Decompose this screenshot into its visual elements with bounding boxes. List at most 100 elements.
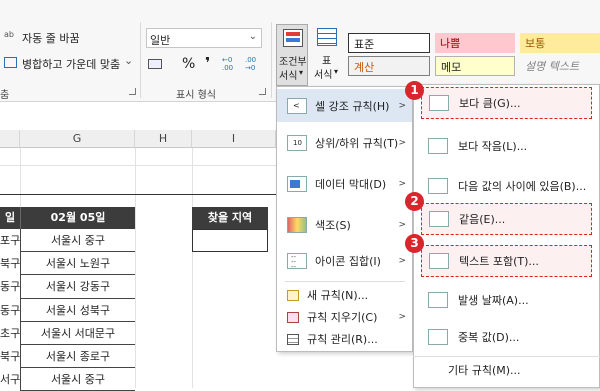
submenu-item[interactable]: 텍스트 포함(T)... (421, 245, 592, 277)
gridline (0, 194, 276, 195)
menu-item-clear-rules[interactable]: 규칙 지우기(C) > (277, 307, 412, 327)
menu-item-label: 규칙 지우기(C) (307, 311, 378, 324)
top-bottom-icon: 10 (287, 134, 307, 151)
wrap-text-label: 자동 줄 바꿈 (22, 32, 80, 45)
chevron-down-icon: ▾ (334, 67, 339, 76)
search-region-label: 찾을 지역 (192, 207, 268, 229)
column-header-h[interactable]: H (135, 130, 192, 148)
menu-item-color-scales[interactable]: 색조(S) > (277, 208, 412, 241)
badge-2: 2 (405, 192, 424, 211)
table-cell[interactable]: 동구 (0, 299, 20, 322)
column-header-i[interactable]: I (192, 130, 276, 148)
style-normal[interactable]: 표준 (348, 33, 430, 53)
submenu-item-label: 발생 날짜(A)... (458, 294, 529, 307)
chevron-down-icon: ▾ (299, 68, 304, 77)
gridline (0, 165, 276, 166)
number-group-label: 표시 형식 (176, 90, 216, 101)
alignment-dialog-launcher-icon[interactable] (129, 88, 136, 95)
menu-item-highlight-cells[interactable]: < 셀 강조 규칙(H) > (277, 89, 412, 122)
submenu-item[interactable]: 다음 값의 사이에 있음(B)... (421, 170, 592, 202)
submenu-item[interactable]: 발생 날짜(A)... (421, 284, 592, 316)
divider (271, 22, 272, 98)
rule-icon (429, 211, 449, 227)
gridline (192, 148, 193, 388)
menu-item-manage-rules[interactable]: 규칙 관리(R)... (277, 329, 412, 349)
menu-item-top-bottom[interactable]: 10 상위/하위 규칙(T) > (277, 126, 412, 159)
alignment-group-label: 춤 (0, 90, 10, 101)
chevron-right-icon: > (398, 137, 406, 148)
table-cell[interactable]: 동구 (0, 275, 20, 298)
table-header-cell: 일 (0, 207, 20, 229)
menu-item-data-bars[interactable]: 데이터 막대(D) > (277, 167, 412, 200)
table-format-icon (317, 28, 337, 46)
rule-icon (428, 138, 448, 154)
currency-button[interactable] (146, 56, 168, 74)
chevron-down-icon: ⌄ (124, 54, 134, 67)
menu-item-label: 색조(S) (315, 218, 351, 232)
style-explanatory[interactable]: 설명 텍스트 (520, 56, 600, 76)
rule-icon (428, 292, 448, 308)
chevron-down-icon: ⌄ (248, 31, 257, 42)
submenu-item[interactable]: 같음(E)... (421, 203, 592, 235)
chevron-right-icon: > (398, 219, 406, 230)
percent-button[interactable]: % (182, 56, 195, 72)
submenu-item-more-rules[interactable]: 기타 규칙(M)... (448, 362, 521, 378)
table-format-label-1: 표 (322, 56, 332, 67)
number-format-value: 일반 (150, 34, 171, 47)
table-format-button[interactable]: 표 서식 ▾ (312, 24, 342, 86)
table-cell[interactable]: 북구 (0, 345, 20, 368)
cond-format-label-1: 조건부 (279, 57, 307, 68)
submenu-item[interactable]: 중복 값(D)... (421, 321, 592, 353)
manage-rules-icon (287, 333, 299, 345)
number-format-select[interactable]: 일반 ⌄ (146, 28, 262, 48)
submenu-item[interactable]: 보다 큼(G)... (421, 87, 592, 119)
gridline (135, 148, 136, 388)
data-bars-icon (287, 175, 307, 192)
table-cell[interactable]: 서울시 노원구 (20, 252, 135, 276)
table-cell[interactable]: 서울시 강동구 (20, 275, 135, 299)
currency-icon (148, 59, 162, 69)
rule-icon (428, 178, 448, 194)
submenu-item-label: 같음(E)... (459, 213, 506, 226)
merge-icon (4, 57, 17, 68)
table-cell[interactable]: 서울시 성북구 (20, 298, 135, 322)
search-region-input[interactable] (192, 229, 268, 252)
table-cell[interactable]: 포구 (0, 229, 20, 252)
merge-center-label: 병합하고 가운데 맞춤 (22, 58, 121, 71)
style-memo[interactable]: 메모 (435, 56, 515, 76)
style-neutral[interactable]: 보통 (520, 33, 600, 53)
wrap-icon: ab (4, 30, 14, 39)
clear-rules-icon (287, 311, 299, 323)
submenu-item-label: 다음 값의 사이에 있음(B)... (458, 180, 587, 193)
table-format-label-2: 서식 (314, 70, 333, 81)
increase-decimal-icon[interactable]: ←0.00 (222, 56, 240, 72)
column-header-f[interactable] (0, 130, 20, 148)
table-cell[interactable]: 초구 (0, 322, 20, 345)
menu-item-icon-sets[interactable]: -- -- -- 아이콘 집합(I) > (277, 244, 412, 277)
menu-item-new-rule[interactable]: 새 규칙(N)... (277, 285, 412, 305)
menu-item-label: 셀 강조 규칙(H) (315, 99, 390, 113)
menu-item-label: 아이콘 집합(I) (315, 254, 381, 268)
submenu-item[interactable]: 보다 작음(L)... (421, 130, 592, 162)
rule-icon (428, 329, 448, 345)
chevron-right-icon: > (398, 312, 406, 322)
menu-item-label: 새 규칙(N)... (307, 289, 369, 302)
chevron-right-icon: > (398, 100, 406, 111)
table-cell[interactable]: 서울시 서대문구 (20, 321, 135, 345)
column-header-g[interactable]: G (20, 130, 135, 148)
conditional-format-button[interactable]: 조건부 서식 ▾ (276, 24, 308, 86)
chevron-right-icon: > (398, 178, 406, 189)
table-cell[interactable]: 서울시 종로구 (20, 345, 135, 369)
decrease-decimal-icon[interactable]: .00 →0 (245, 56, 263, 72)
divider (285, 281, 405, 282)
rule-icon (429, 253, 449, 269)
style-bad[interactable]: 나쁨 (435, 33, 515, 53)
table-cell[interactable]: 북구 (0, 252, 20, 275)
submenu-item-label: 보다 큼(G)... (459, 97, 521, 110)
table-header-g: 02월 05일 (20, 207, 135, 229)
style-calc[interactable]: 계산 (348, 56, 430, 76)
comma-button[interactable]: ❜ (205, 54, 210, 72)
new-rule-icon (287, 289, 299, 301)
table-cell[interactable]: 서울시 중구 (20, 229, 135, 253)
number-dialog-launcher-icon[interactable] (259, 88, 266, 95)
